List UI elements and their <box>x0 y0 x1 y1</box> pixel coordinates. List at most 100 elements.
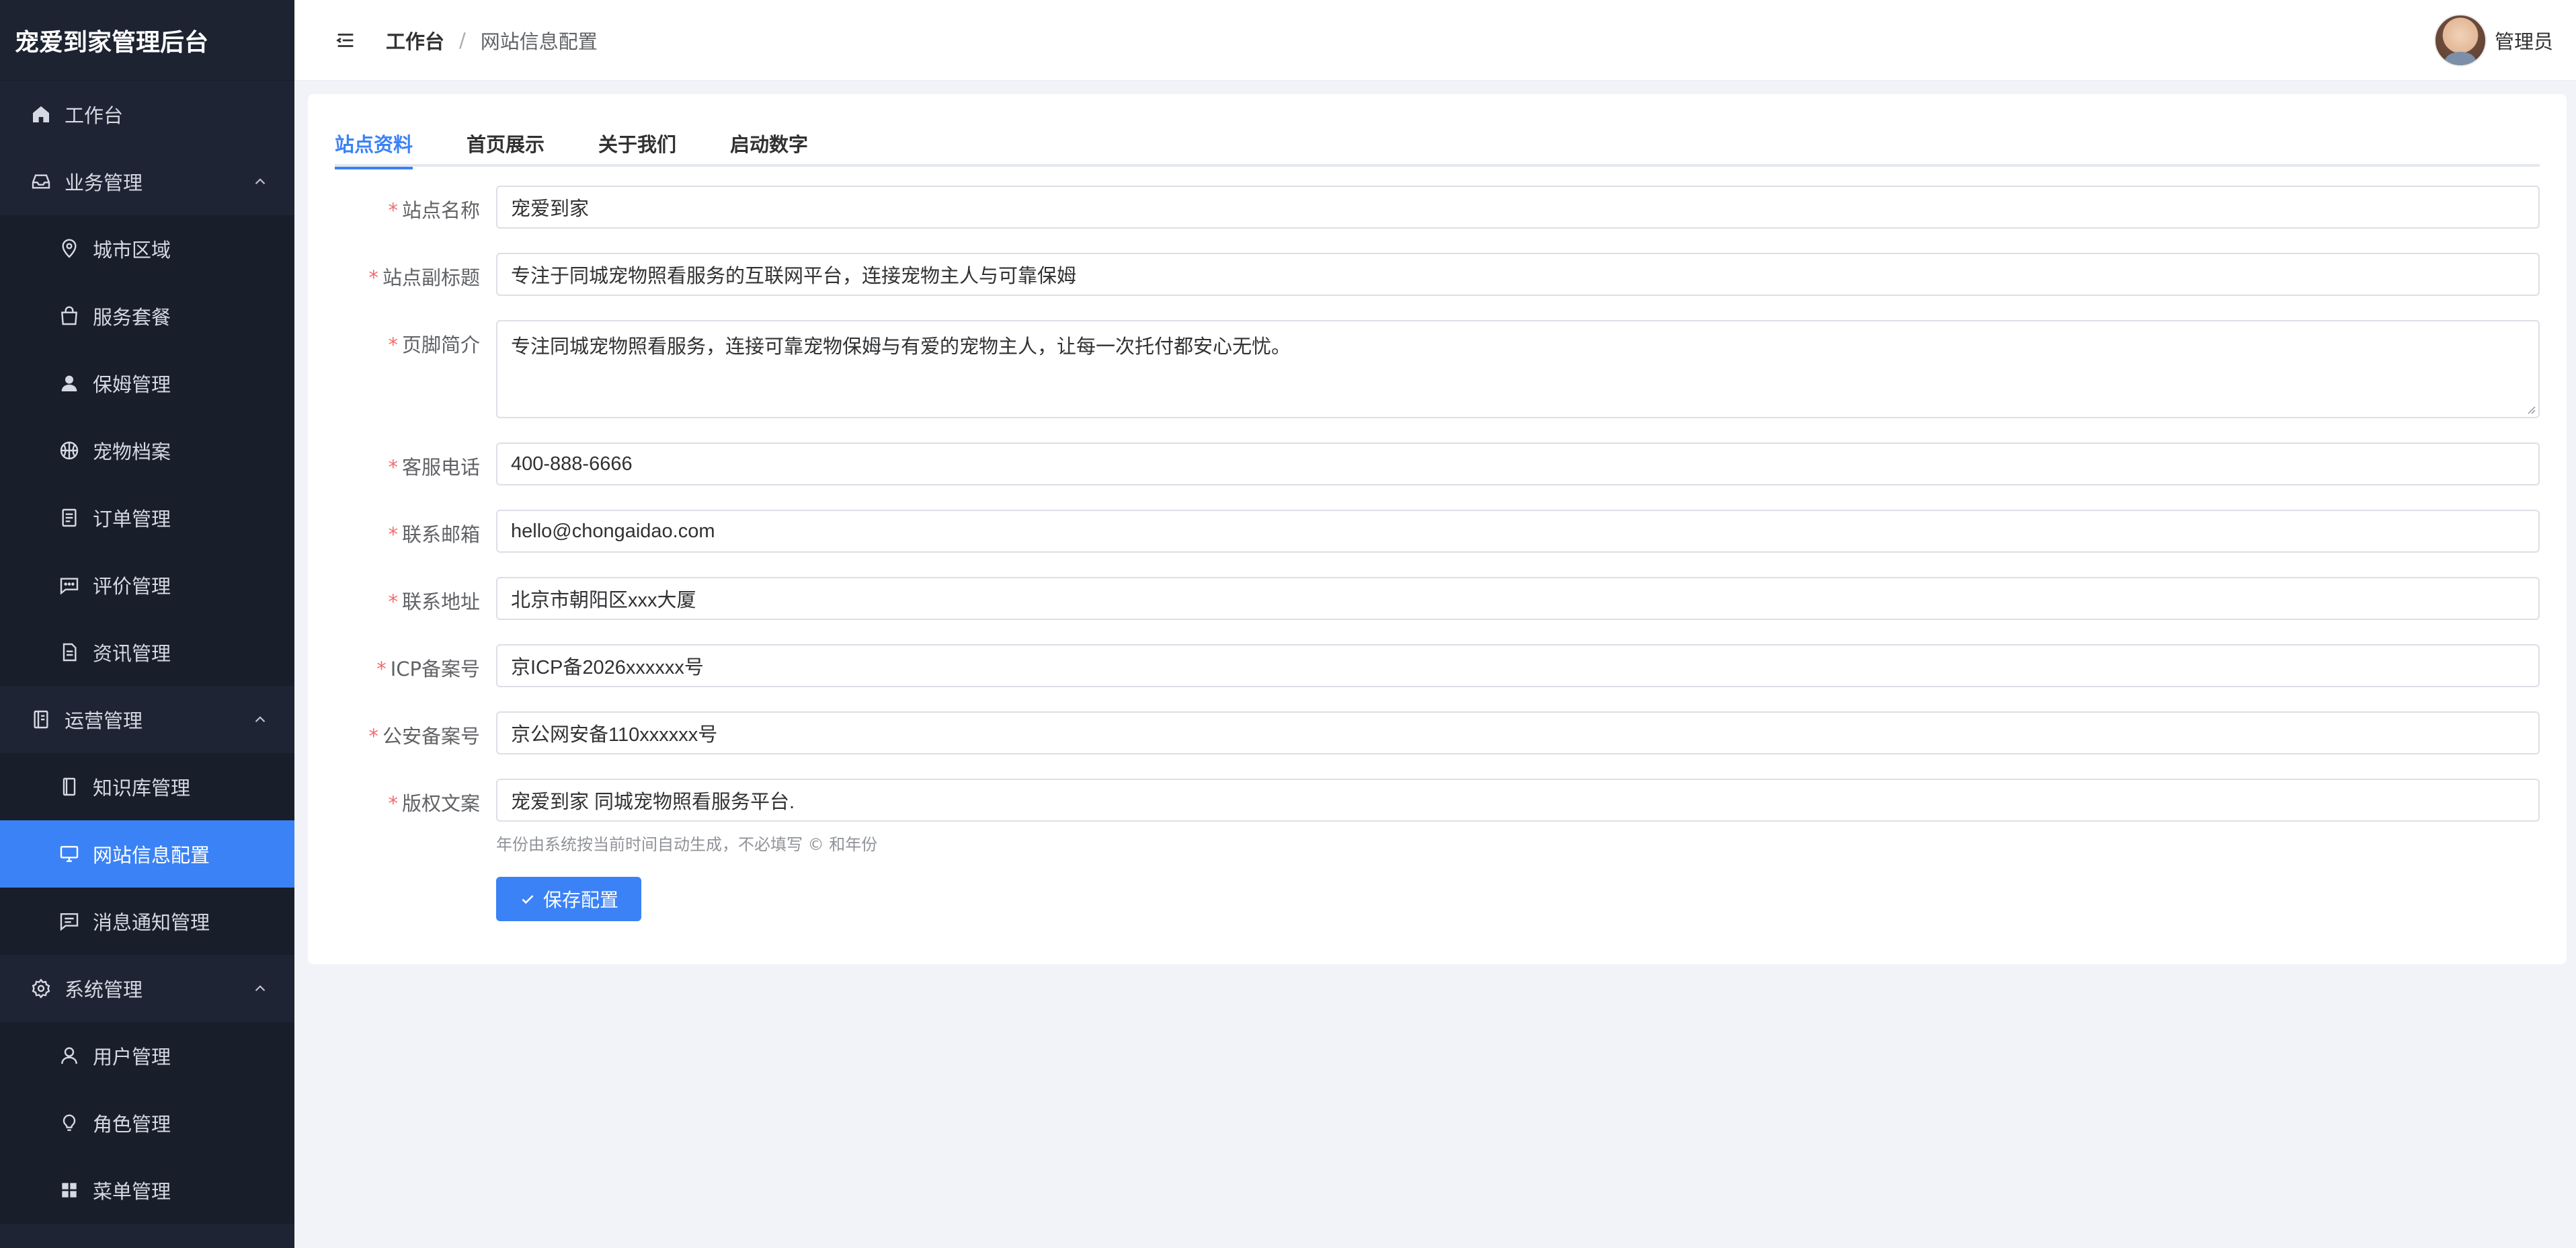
user-name[interactable]: 管理员 <box>2495 26 2553 54</box>
sidebar-item-city-region[interactable]: 城市区域 <box>0 215 294 282</box>
form-row-contact-address: * 联系地址 北京市朝阳区xxx大厦 <box>308 577 2567 620</box>
check-icon <box>522 895 534 904</box>
sidebar-item-label: 服务套餐 <box>93 306 171 329</box>
breadcrumb-item-current: 网站信息配置 <box>480 30 598 53</box>
sidebar-item-roles[interactable]: 角色管理 <box>0 1089 294 1157</box>
site-subtitle-input[interactable]: 专注于同城宠物照看服务的互联网平台，连接宠物主人与可靠保姆 <box>496 253 2540 296</box>
bulb-icon <box>58 1112 81 1134</box>
sidebar-item-label: 运营管理 <box>65 709 143 732</box>
sidebar-item-label: 消息通知管理 <box>93 911 210 934</box>
sidebar-item-label: 角色管理 <box>93 1113 171 1136</box>
sidebar-item-label: 宠物档案 <box>93 440 171 463</box>
form-row-service-phone: * 客服电话 400-888-6666 <box>308 442 2567 485</box>
grid-icon <box>58 1179 81 1202</box>
form-label-text: 页脚简介 <box>401 334 480 356</box>
top-header: 工作台 / 网站信息配置 管理员 <box>294 0 2576 81</box>
gear-icon <box>30 977 52 1000</box>
form-label: * 版权文案 <box>308 788 480 816</box>
site-name-input[interactable]: 宠爱到家 <box>496 186 2540 229</box>
tab-startup-numbers[interactable]: 启动数字 <box>730 120 808 167</box>
form-label-text: 联系地址 <box>401 590 480 613</box>
form-label: * 站点名称 <box>308 195 480 223</box>
chat-dots-icon <box>58 574 81 596</box>
tab-about-us[interactable]: 关于我们 <box>598 120 676 167</box>
sidebar-item-nanny[interactable]: 保姆管理 <box>0 350 294 417</box>
contact-address-input[interactable]: 北京市朝阳区xxx大厦 <box>496 577 2540 620</box>
sidebar-item-reviews[interactable]: 评价管理 <box>0 551 294 619</box>
form-label: * ICP备案号 <box>308 654 480 682</box>
sidebar-group-business[interactable]: 业务管理 <box>0 148 294 215</box>
required-mark: * <box>388 456 398 479</box>
sidebar-item-pet-profile[interactable]: 宠物档案 <box>0 417 294 484</box>
chevron-up-icon <box>255 178 266 185</box>
sidebar-item-orders[interactable]: 订单管理 <box>0 484 294 551</box>
sidebar-item-label: 知识库管理 <box>93 777 191 800</box>
monitor-icon <box>58 843 81 865</box>
footer-intro-textarea[interactable]: 专注同城宠物照看服务，连接可靠宠物保姆与有爱的宠物主人，让每一次托付都安心无忧。 <box>496 320 2540 418</box>
app-title: 宠爱到家管理后台 <box>0 0 294 81</box>
tab-bar: 站点资料 首页展示 关于我们 启动数字 <box>335 120 2540 169</box>
breadcrumb-separator: / <box>459 28 466 52</box>
sidebar-item-service-package[interactable]: 服务套餐 <box>0 282 294 350</box>
required-mark: * <box>388 199 398 222</box>
police-record-input[interactable]: 京公网安备110xxxxxx号 <box>496 711 2540 754</box>
form-label-text: 客服电话 <box>401 456 480 479</box>
resize-handle-icon[interactable] <box>2525 403 2536 414</box>
form-row-site-subtitle: * 站点副标题 专注于同城宠物照看服务的互联网平台，连接宠物主人与可靠保姆 <box>308 253 2567 296</box>
sidebar-item-menus[interactable]: 菜单管理 <box>0 1157 294 1224</box>
form-label-text: ICP备案号 <box>390 658 480 680</box>
sidebar-item-label: 业务管理 <box>65 171 143 194</box>
avatar[interactable] <box>2433 14 2487 67</box>
config-card: 站点资料 首页展示 关于我们 启动数字 * 站点名称 宠爱到家 * 站点副标题 专注… <box>308 94 2567 964</box>
sidebar-item-notifications[interactable]: 消息通知管理 <box>0 888 294 955</box>
sidebar-item-label: 评价管理 <box>93 575 171 598</box>
breadcrumb: 工作台 / 网站信息配置 <box>386 26 598 54</box>
save-config-button[interactable]: 保存配置 <box>496 877 641 921</box>
user-filled-icon <box>58 372 81 395</box>
required-mark: * <box>368 725 378 748</box>
footer-intro-text: 专注同城宠物照看服务，连接可靠宠物保姆与有爱的宠物主人，让每一次托付都安心无忧。 <box>511 336 1291 358</box>
document-icon <box>58 641 81 664</box>
location-pin-icon <box>58 237 81 260</box>
sidebar-group-operations[interactable]: 运营管理 <box>0 686 294 753</box>
icp-input[interactable]: 京ICP备2026xxxxxx号 <box>496 644 2540 687</box>
form-label: * 页脚简介 <box>308 329 480 358</box>
chat-square-icon <box>58 910 81 933</box>
form-label: * 公安备案号 <box>308 721 480 749</box>
service-phone-input[interactable]: 400-888-6666 <box>496 442 2540 485</box>
tab-home-display[interactable]: 首页展示 <box>467 120 545 167</box>
chevron-up-icon <box>255 716 266 723</box>
form-label: * 站点副标题 <box>308 262 480 290</box>
copyright-input[interactable]: 宠爱到家 同城宠物照看服务平台. <box>496 779 2540 822</box>
menu-fold-icon[interactable] <box>332 27 359 54</box>
form-label-text: 站点副标题 <box>382 266 480 289</box>
book-icon <box>58 775 81 798</box>
sidebar-group-system[interactable]: 系统管理 <box>0 955 294 1022</box>
required-mark: * <box>388 523 398 546</box>
form-row-police-record: * 公安备案号 京公网安备110xxxxxx号 <box>308 711 2567 754</box>
tab-site-info[interactable]: 站点资料 <box>335 120 413 169</box>
form-label-text: 版权文案 <box>401 792 480 815</box>
contact-email-input[interactable]: hello@chongaidao.com <box>496 510 2540 553</box>
sidebar-item-label: 网站信息配置 <box>93 844 210 867</box>
form-label-text: 公安备案号 <box>382 725 480 748</box>
sidebar-item-news[interactable]: 资讯管理 <box>0 619 294 686</box>
inbox-icon <box>30 170 52 193</box>
required-mark: * <box>388 590 398 613</box>
form-row-icp: * ICP备案号 京ICP备2026xxxxxx号 <box>308 644 2567 687</box>
form-label: * 联系地址 <box>308 586 480 615</box>
sidebar-item-site-config[interactable]: 网站信息配置 <box>0 820 294 888</box>
sidebar-item-label: 系统管理 <box>65 978 143 1001</box>
chevron-up-icon <box>255 985 266 992</box>
sidebar-item-users[interactable]: 用户管理 <box>0 1022 294 1089</box>
form-label-text: 联系邮箱 <box>401 523 480 546</box>
form-label: * 联系邮箱 <box>308 519 480 547</box>
sidebar-item-dashboard[interactable]: 工作台 <box>0 81 294 148</box>
user-menu[interactable]: 管理员 <box>2433 13 2553 67</box>
sidebar-item-label: 城市区域 <box>93 239 171 262</box>
sidebar-item-knowledge-base[interactable]: 知识库管理 <box>0 753 294 820</box>
sidebar-item-label: 保姆管理 <box>93 373 171 396</box>
sidebar-item-label: 资讯管理 <box>93 642 171 665</box>
form-row-site-name: * 站点名称 宠爱到家 <box>308 186 2567 229</box>
breadcrumb-item-dashboard[interactable]: 工作台 <box>386 26 444 54</box>
